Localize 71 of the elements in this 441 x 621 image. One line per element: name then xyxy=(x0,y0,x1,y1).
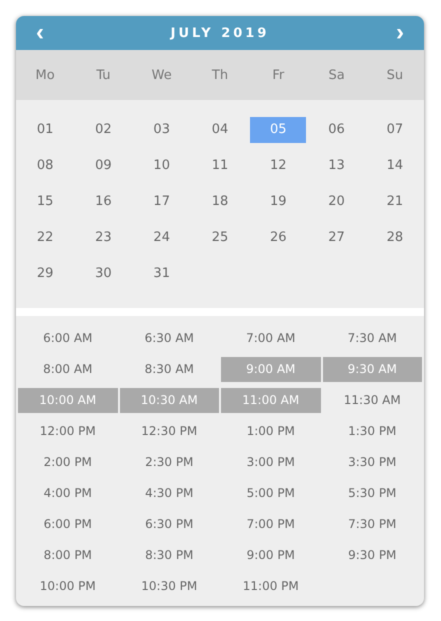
time-slot[interactable]: 10:30 PM xyxy=(120,574,219,599)
day-cell[interactable]: 01 xyxy=(17,117,74,143)
time-slot[interactable]: 6:00 PM xyxy=(18,512,118,537)
day-cell[interactable]: 19 xyxy=(250,189,306,215)
time-slot[interactable]: 3:30 PM xyxy=(322,450,422,475)
day-cell[interactable]: 22 xyxy=(17,225,74,251)
day-cell[interactable]: 17 xyxy=(134,189,190,215)
weekday-label: Fr xyxy=(271,68,286,82)
time-slot[interactable]: 7:00 PM xyxy=(221,512,320,537)
month-title: JULY 2019 xyxy=(170,26,270,40)
day-cell[interactable]: 14 xyxy=(366,153,423,179)
day-cell[interactable]: 15 xyxy=(17,189,74,215)
next-month-button[interactable]: › xyxy=(390,18,410,48)
day-cell[interactable]: 18 xyxy=(192,189,248,215)
day-cell[interactable]: 29 xyxy=(17,261,74,287)
time-slot[interactable]: 3:00 PM xyxy=(221,450,320,475)
day-cell[interactable]: 10 xyxy=(134,153,190,179)
time-slot[interactable]: 11:30 AM xyxy=(322,388,422,413)
day-cell[interactable]: 06 xyxy=(308,117,365,143)
weekday-label: Mo xyxy=(34,68,56,82)
day-cell[interactable]: 21 xyxy=(366,189,423,215)
time-slot[interactable]: 7:30 PM xyxy=(322,512,422,537)
day-cell[interactable]: 20 xyxy=(308,189,365,215)
time-slot[interactable]: 11:00 PM xyxy=(221,574,320,599)
time-slot[interactable]: 8:00 PM xyxy=(18,543,118,568)
time-slot[interactable]: 2:00 PM xyxy=(18,450,118,475)
time-slot[interactable]: 7:00 AM xyxy=(221,326,320,351)
day-cell[interactable]: 23 xyxy=(75,225,132,251)
day-cell[interactable]: 30 xyxy=(75,261,132,287)
day-cell[interactable]: 04 xyxy=(192,117,248,143)
day-cell[interactable]: 03 xyxy=(134,117,190,143)
day-cell[interactable]: 31 xyxy=(134,261,190,287)
weekday-label: Su xyxy=(386,68,404,82)
time-slot[interactable]: 6:30 PM xyxy=(120,512,219,537)
weekday-label: Sa xyxy=(327,68,346,82)
time-slot[interactable]: 1:30 PM xyxy=(322,419,422,444)
time-slot[interactable]: 7:30 AM xyxy=(322,326,422,351)
time-slot[interactable]: 1:00 PM xyxy=(221,419,320,444)
day-cell[interactable]: 07 xyxy=(366,117,423,143)
time-slot[interactable]: 12:30 PM xyxy=(120,419,219,444)
day-cell[interactable]: 13 xyxy=(308,153,365,179)
time-slot[interactable]: 6:30 AM xyxy=(120,326,219,351)
time-slot[interactable]: 9:00 PM xyxy=(221,543,320,568)
day-cell[interactable]: 08 xyxy=(17,153,74,179)
day-cell[interactable]: 28 xyxy=(366,225,423,251)
time-slot[interactable]: 8:30 PM xyxy=(120,543,219,568)
time-slot[interactable]: 5:30 PM xyxy=(322,481,422,506)
weekday-label: Th xyxy=(210,68,230,82)
previous-month-button[interactable]: ‹ xyxy=(30,18,50,48)
day-cell[interactable]: 25 xyxy=(192,225,248,251)
time-slot[interactable]: 8:00 AM xyxy=(18,357,118,382)
time-slot[interactable]: 4:30 PM xyxy=(120,481,219,506)
time-slot[interactable]: 12:00 PM xyxy=(18,419,118,444)
day-cell[interactable]: 05 xyxy=(250,117,306,143)
day-cell[interactable]: 24 xyxy=(134,225,190,251)
time-slot[interactable]: 10:00 PM xyxy=(18,574,118,599)
time-slot[interactable]: 8:30 AM xyxy=(120,357,219,382)
time-slot[interactable]: 5:00 PM xyxy=(221,481,320,506)
weekday-label: We xyxy=(150,68,173,82)
day-cell[interactable]: 09 xyxy=(75,153,132,179)
weekday-label: Tu xyxy=(95,68,112,82)
time-slot[interactable]: 9:30 PM xyxy=(322,543,422,568)
time-slot[interactable]: 2:30 PM xyxy=(120,450,219,475)
day-cell[interactable]: 26 xyxy=(250,225,306,251)
day-cell[interactable]: 11 xyxy=(192,153,248,179)
time-slot[interactable]: 4:00 PM xyxy=(18,481,118,506)
day-cell[interactable]: 16 xyxy=(75,189,132,215)
day-cell[interactable]: 12 xyxy=(250,153,306,179)
time-slot[interactable]: 6:00 AM xyxy=(18,326,118,351)
day-cell[interactable]: 02 xyxy=(75,117,132,143)
day-cell[interactable]: 27 xyxy=(308,225,365,251)
